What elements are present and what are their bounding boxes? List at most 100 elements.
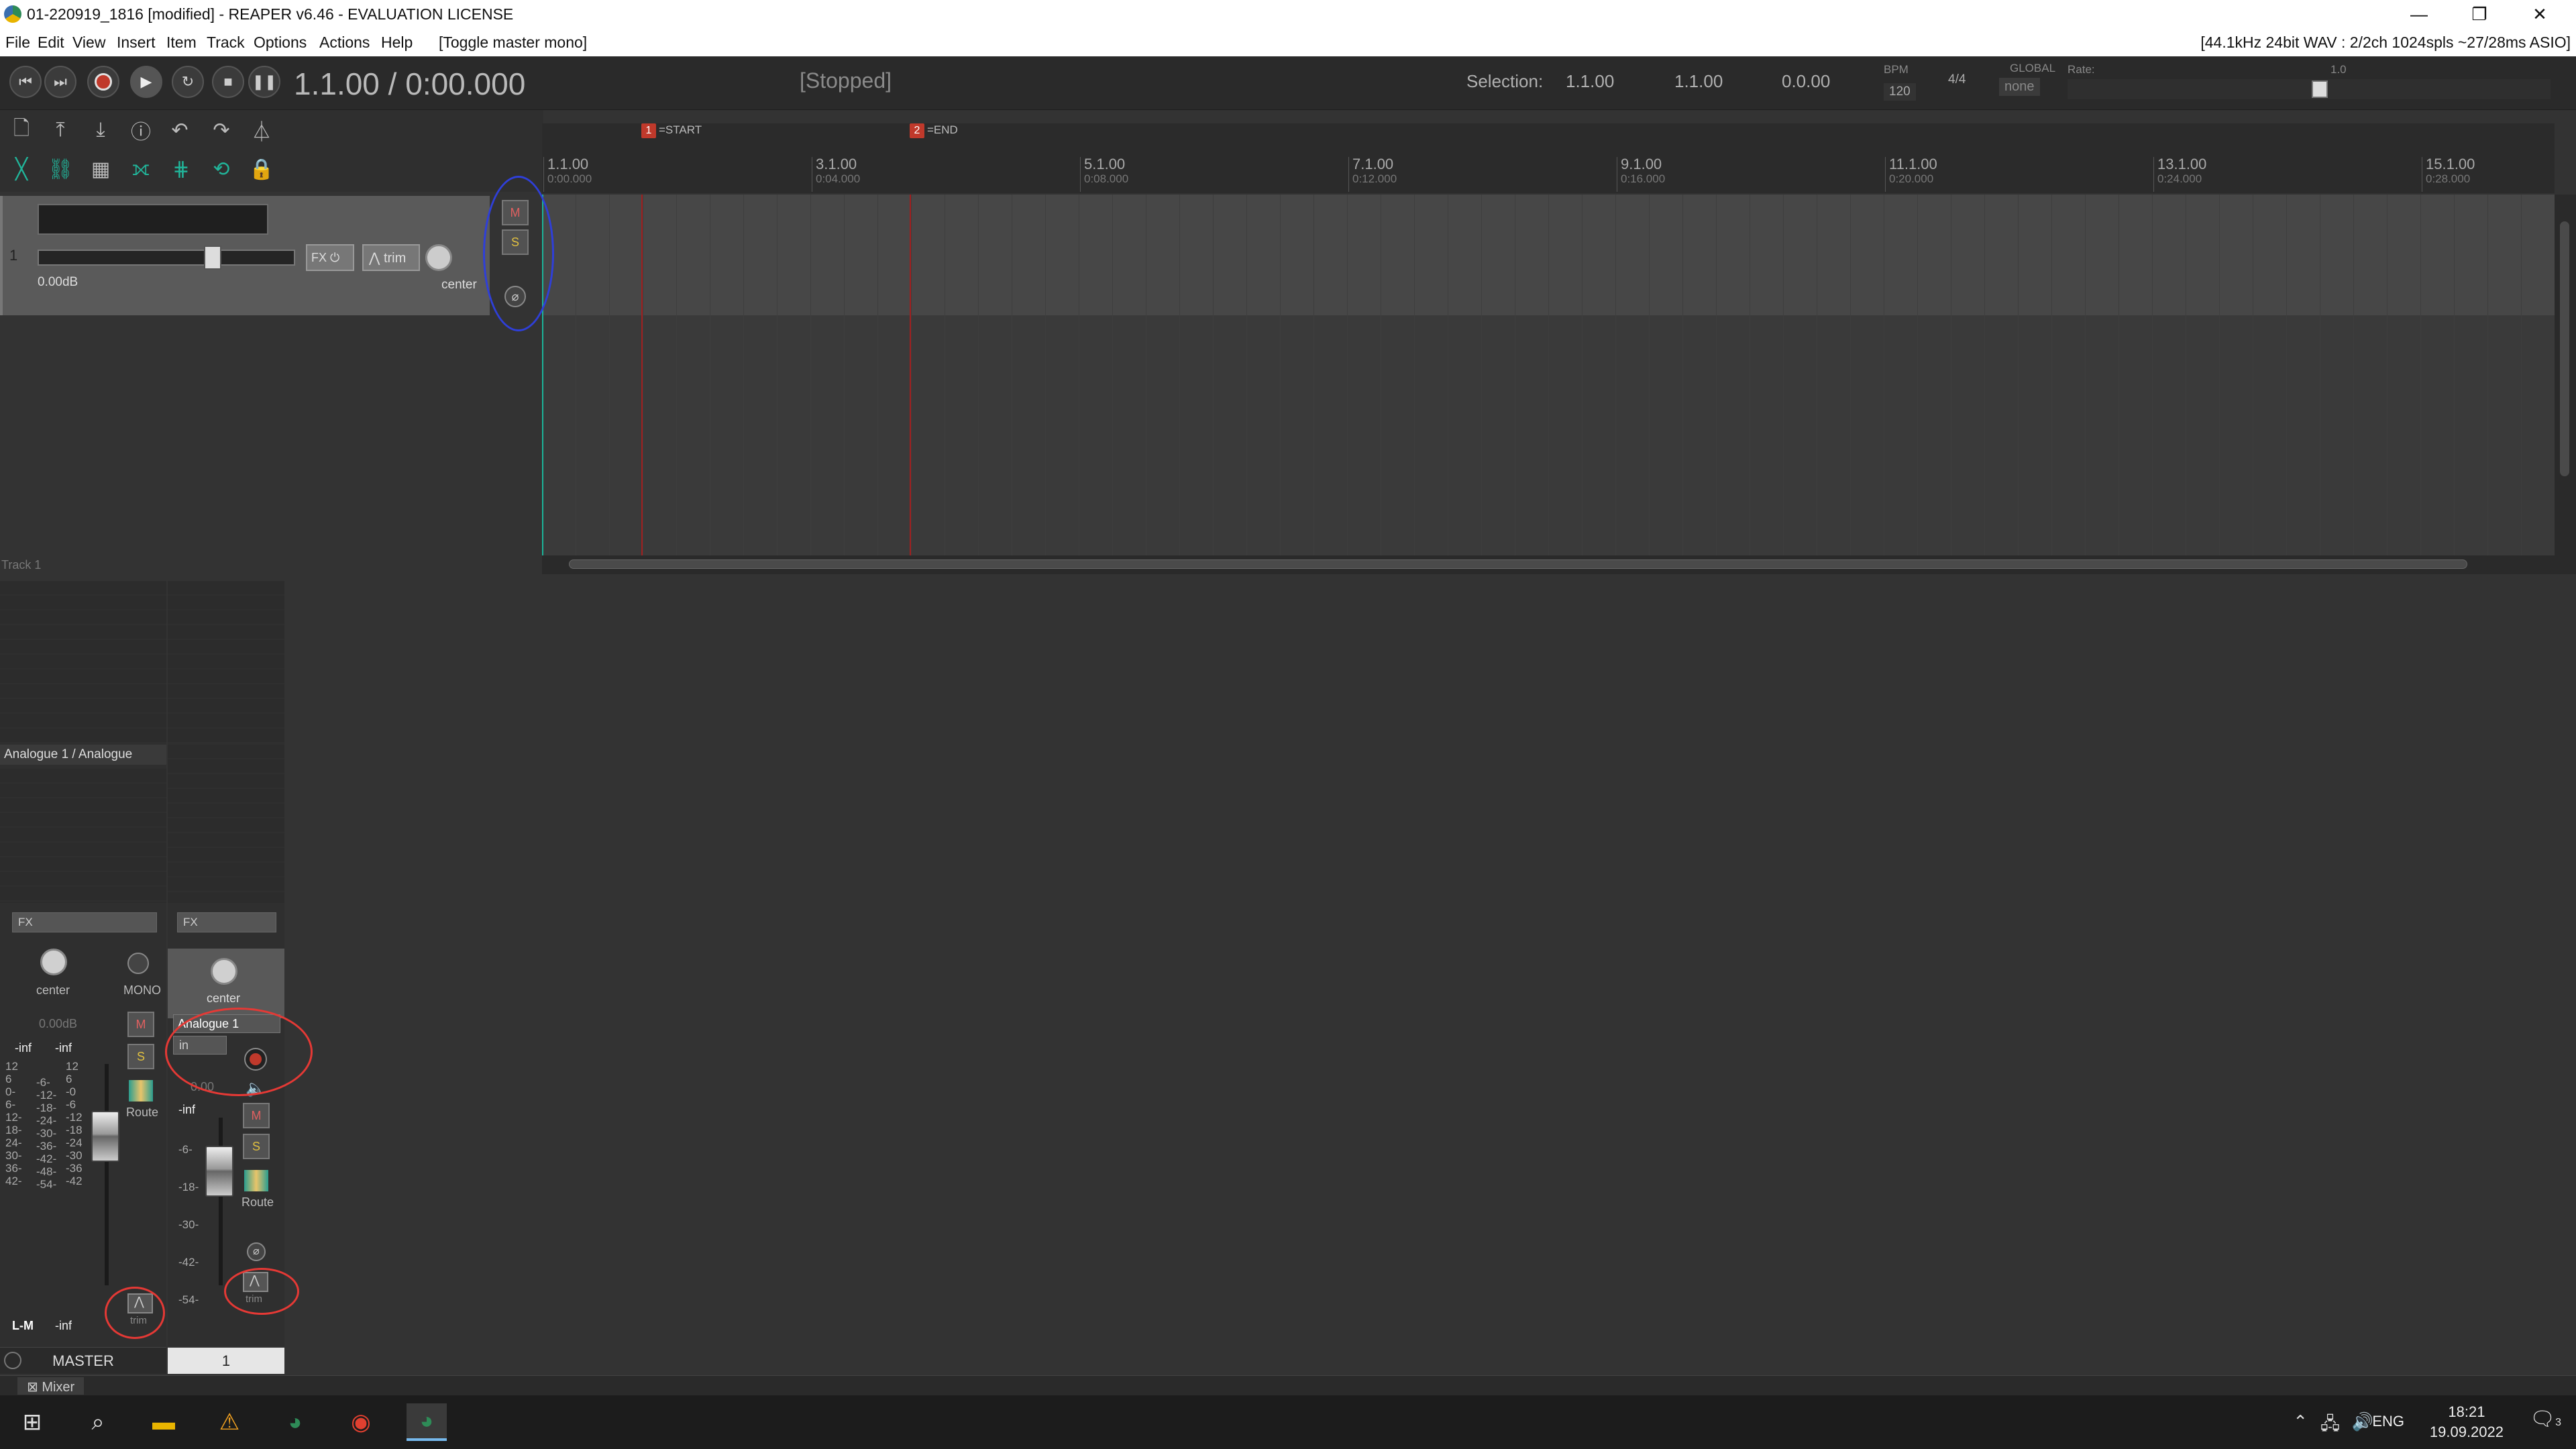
go-to-end-button[interactable]: ⏭: [44, 66, 76, 98]
vertical-scrollbar[interactable]: [2555, 195, 2576, 574]
redo-icon[interactable]: ↷: [208, 117, 235, 144]
rate-slider[interactable]: [2068, 79, 2551, 99]
horizontal-scroll-thumb[interactable]: [569, 559, 2467, 569]
track-automation-mode-button[interactable]: ⋀ trim: [362, 244, 420, 271]
close-button[interactable]: ✕: [2520, 3, 2560, 25]
time-signature[interactable]: 4/4: [1948, 72, 1966, 87]
selection-length[interactable]: 0.0.00: [1782, 71, 1830, 92]
close-icon[interactable]: ⊠: [27, 1380, 38, 1395]
track-fx-list[interactable]: [168, 581, 284, 742]
master-channel-mode[interactable]: L-M: [12, 1319, 34, 1333]
go-to-start-button[interactable]: ⏮: [9, 66, 42, 98]
open-project-icon[interactable]: ⤒: [47, 117, 74, 144]
master-send-list[interactable]: [0, 769, 166, 903]
track-1-control-panel[interactable]: 1 0.00dB FX ⏻ ⋀ trim center: [0, 196, 490, 315]
master-strip-name[interactable]: MASTER: [0, 1347, 166, 1374]
ripple-edit-icon[interactable]: ╳: [8, 156, 35, 182]
horizontal-scrollbar[interactable]: [542, 555, 2555, 574]
stop-button[interactable]: ■: [212, 66, 244, 98]
track-solo-button[interactable]: S: [243, 1134, 270, 1159]
play-button[interactable]: ▶: [130, 66, 162, 98]
bpm-value[interactable]: 120: [1884, 83, 1916, 101]
restore-button[interactable]: ❐: [2459, 3, 2500, 25]
track-volume-fader[interactable]: [205, 1146, 233, 1197]
menu-actions[interactable]: Actions: [319, 34, 370, 52]
track-send-list[interactable]: [168, 745, 284, 903]
track-name-field[interactable]: [38, 204, 268, 235]
volume-icon[interactable]: 🔊: [2352, 1411, 2373, 1432]
menu-options[interactable]: Options: [254, 34, 307, 52]
mixer-dock-tab[interactable]: ⊠ Mixer: [17, 1377, 85, 1395]
track-strip-name[interactable]: 1: [168, 1347, 284, 1374]
arrange-view[interactable]: [542, 195, 2555, 555]
marker-start[interactable]: 1 =START: [641, 123, 702, 140]
master-mono-button[interactable]: [127, 953, 149, 974]
track-1-strip[interactable]: FX center Analogue 1 in 0.00 🔈 -inf -6- -…: [168, 581, 284, 1374]
track-route-icon[interactable]: [244, 1170, 268, 1191]
master-pan-knob[interactable]: [40, 949, 67, 975]
vertical-scroll-thumb[interactable]: [2560, 221, 2569, 476]
app-triangle-icon[interactable]: ⚠: [209, 1403, 250, 1441]
selection-start[interactable]: 1.1.00: [1566, 71, 1614, 92]
master-strip[interactable]: Analogue 1 / Analogue FX center MONO 0.0…: [0, 581, 166, 1374]
windows-start-icon[interactable]: ⊞: [12, 1403, 52, 1441]
lock-icon[interactable]: 🔒: [248, 156, 275, 182]
selection-end[interactable]: 1.1.00: [1674, 71, 1723, 92]
envelope-link-icon[interactable]: ⟗: [127, 156, 154, 182]
menu-file[interactable]: File: [5, 34, 30, 52]
marker-end[interactable]: 2 =END: [910, 123, 958, 140]
track-mute-button[interactable]: M: [243, 1103, 270, 1128]
track-fx-button[interactable]: FX ⏻: [306, 244, 354, 271]
track-volume-fader[interactable]: [38, 246, 295, 270]
track-phase-button[interactable]: ⌀: [247, 1242, 266, 1261]
master-io-button[interactable]: Analogue 1 / Analogue: [0, 745, 166, 765]
reaper-taskbar-icon[interactable]: ◕: [275, 1403, 315, 1441]
audio-status[interactable]: [44.1kHz 24bit WAV : 2/2ch 1024spls ~27/…: [2200, 34, 2571, 52]
track-number[interactable]: 1: [9, 247, 17, 264]
rate-slider-handle[interactable]: [2312, 80, 2328, 98]
item-grouping-icon[interactable]: ⛓: [47, 156, 74, 182]
menu-edit[interactable]: Edit: [38, 34, 64, 52]
grid-icon[interactable]: ▦: [87, 156, 114, 182]
volume-fader-handle[interactable]: [204, 246, 221, 270]
track-pan-knob[interactable]: [425, 244, 452, 271]
menu-toggle-master-mono[interactable]: [Toggle master mono]: [439, 34, 587, 52]
project-settings-icon[interactable]: ⓘ: [127, 117, 154, 144]
track-fx-button[interactable]: FX: [177, 912, 276, 932]
menu-track[interactable]: Track: [207, 34, 245, 52]
menu-view[interactable]: View: [72, 34, 105, 52]
search-icon[interactable]: ⌕: [78, 1403, 118, 1441]
global-automation-mode[interactable]: none: [1999, 78, 2040, 96]
metronome-icon[interactable]: ⏃: [248, 117, 275, 144]
menu-item[interactable]: Item: [166, 34, 197, 52]
save-project-icon[interactable]: ⤓: [87, 117, 114, 144]
language-indicator[interactable]: ENG: [2372, 1413, 2404, 1430]
master-mute-button[interactable]: M: [127, 1012, 154, 1037]
master-route-icon[interactable]: [129, 1080, 153, 1102]
repeat-button[interactable]: ↻: [172, 66, 204, 98]
tray-chevron-icon[interactable]: ⌃: [2293, 1411, 2308, 1432]
master-solo-button[interactable]: S: [127, 1044, 154, 1069]
minimize-button[interactable]: —: [2399, 3, 2439, 25]
snap-grid-icon[interactable]: ⋕: [168, 156, 195, 182]
reaper-active-taskbar-icon[interactable]: ◕: [407, 1403, 447, 1441]
track-pan-knob[interactable]: [211, 958, 237, 985]
file-explorer-icon[interactable]: ▬: [144, 1403, 184, 1441]
taskbar-clock[interactable]: 18:21 19.09.2022: [2430, 1402, 2504, 1442]
master-fx-button[interactable]: FX: [12, 912, 157, 932]
network-icon[interactable]: 🖧: [2320, 1411, 2340, 1441]
mixer-area[interactable]: [0, 574, 2576, 1375]
timeline-ruler[interactable]: 1 =START 2 =END 1.1.00 0:00.000 3.1.00 0:04.…: [542, 123, 2555, 193]
power-icon[interactable]: ⏻: [330, 251, 339, 264]
master-volume-fader[interactable]: [91, 1111, 119, 1162]
info-icon[interactable]: [4, 1352, 21, 1369]
menu-insert[interactable]: Insert: [117, 34, 156, 52]
menu-help[interactable]: Help: [381, 34, 413, 52]
undo-icon[interactable]: ↶: [166, 117, 193, 144]
track-fader-slot[interactable]: [219, 1118, 223, 1285]
notification-icon[interactable]: 🗨3: [2530, 1407, 2561, 1431]
loop-icon[interactable]: ⟲: [208, 156, 235, 182]
master-fader-slot[interactable]: [105, 1064, 109, 1285]
pause-button[interactable]: ❚❚: [248, 66, 280, 98]
chrome-icon[interactable]: ◉: [341, 1403, 381, 1441]
